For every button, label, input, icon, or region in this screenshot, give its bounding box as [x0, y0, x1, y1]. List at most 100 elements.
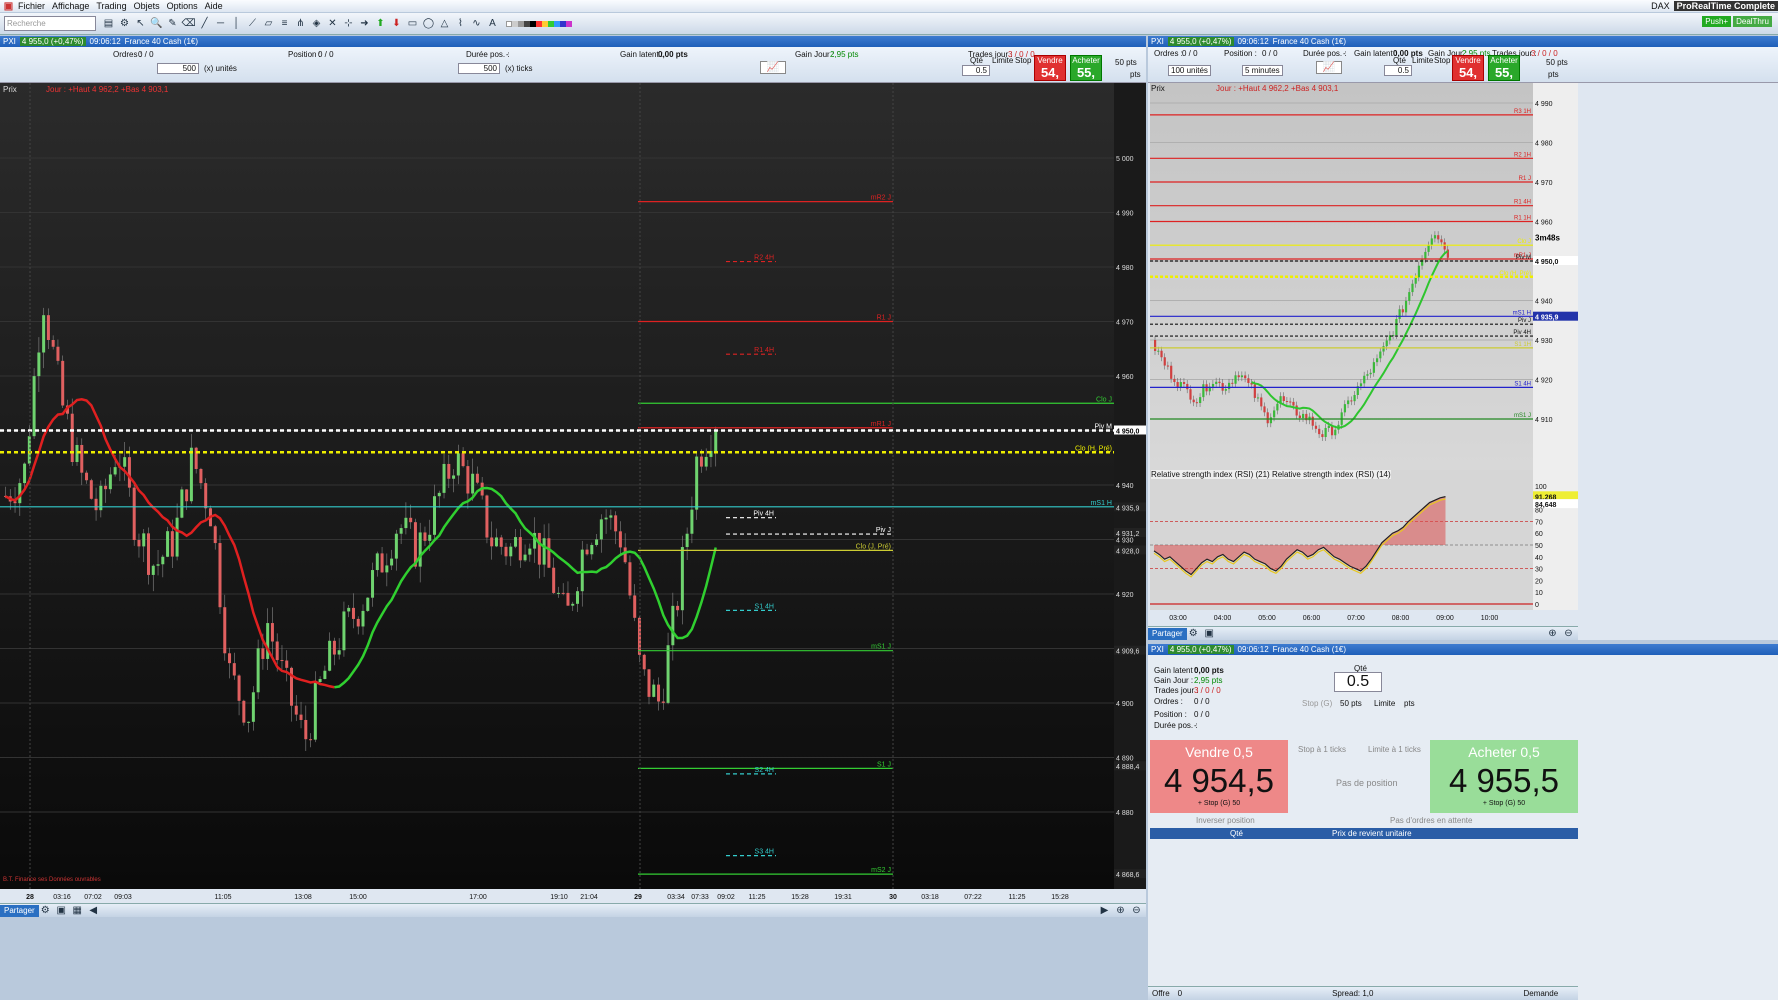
left-qty-input[interactable]: 500	[157, 63, 199, 74]
candle	[699, 456, 703, 467]
right-sell-button[interactable]: Vendre 54,	[1452, 55, 1484, 81]
left-share-button[interactable]: Partager	[0, 904, 39, 917]
price-axis-label: 5 000	[1116, 156, 1134, 163]
left-price-axis[interactable]: 5 000 4 990 4 980 4 970 4 960 4 950,0 4 940 4 9…	[1114, 83, 1146, 889]
candle	[361, 610, 365, 627]
right-zoom-out-icon[interactable]: ⊖	[1562, 627, 1575, 640]
level-label: mS2 J	[871, 867, 891, 874]
candle	[637, 617, 641, 655]
price-axis-label: 4 935,9	[1116, 505, 1139, 512]
fan-icon[interactable]: ⟋	[246, 17, 259, 30]
arrow-right-icon[interactable]: ➜	[358, 17, 371, 30]
cursor-icon[interactable]: ↖	[134, 17, 147, 30]
search-input[interactable]: Recherche	[4, 16, 96, 31]
settings-icon[interactable]: ⚙	[39, 904, 52, 917]
candle	[137, 540, 141, 547]
level-label: R1 1H	[1514, 216, 1531, 222]
price-axis-label: 4 935,9	[1535, 315, 1558, 322]
zoom-in-icon[interactable]: ⊕	[1114, 904, 1127, 917]
left-price-chart[interactable]: mR2 J R2 4H R1 J R1 4H Clo J mR1 J Piv M Clo (H…	[0, 83, 1114, 889]
left-ticks-select[interactable]: (x) ticks	[505, 64, 533, 73]
rsi-axis-label: 40	[1535, 555, 1543, 562]
scroll-left-icon[interactable]: ◀	[87, 904, 100, 917]
cross-icon[interactable]: ⊹	[342, 17, 355, 30]
level-label: R1 J	[1519, 176, 1531, 182]
right-screenshot-icon[interactable]: ▣	[1203, 627, 1216, 640]
menu-trading[interactable]: Trading	[96, 1, 126, 11]
color-palette[interactable]	[506, 20, 572, 27]
zoom-icon[interactable]: 🔍	[150, 17, 163, 30]
candle	[1359, 383, 1363, 387]
paint-icon[interactable]: ◈	[310, 17, 323, 30]
dealthru-button[interactable]: DealThru	[1733, 16, 1772, 27]
left-window-titlebar: PXI 4 955,0 (+0,47%) 09:06:12 France 40 …	[0, 36, 1146, 47]
right-share-button[interactable]: Partager	[1148, 627, 1187, 640]
menu-fichier[interactable]: Fichier	[18, 1, 45, 11]
wave-icon[interactable]: ∿	[470, 17, 483, 30]
left-unit-select[interactable]: (x) unités	[204, 64, 237, 73]
order-qte-input[interactable]: 0.5	[1334, 672, 1382, 692]
time-axis-label: 07:00	[1347, 615, 1365, 622]
triangle-icon[interactable]: △	[438, 17, 451, 30]
right-zoom-in-icon[interactable]: ⊕	[1546, 627, 1559, 640]
market-sell-button[interactable]: Vendre 0,5 4 954,5 + Stop (G) 50	[1150, 740, 1288, 813]
candle	[1369, 372, 1372, 375]
tool-icon[interactable]: ⚙	[118, 17, 131, 30]
trendline-icon[interactable]: ╱	[198, 17, 211, 30]
hline-icon[interactable]: ─	[214, 17, 227, 30]
eraser-icon[interactable]: ⌫	[181, 17, 195, 30]
rsi-axis-label: 50	[1535, 543, 1543, 550]
right-buy-button[interactable]: Acheter 55,	[1488, 55, 1520, 81]
ellipse-icon[interactable]: ◯	[422, 17, 435, 30]
left-buy-button[interactable]: Acheter 55,	[1070, 55, 1102, 81]
pitchfork-icon[interactable]: ⋔	[294, 17, 307, 30]
push-button[interactable]: Push+	[1702, 16, 1732, 27]
time-axis-label: 09:00	[1436, 615, 1454, 622]
candle	[690, 509, 694, 534]
chart-type-icon[interactable]: 📈	[760, 61, 786, 74]
candle	[1353, 395, 1356, 402]
candle	[256, 648, 260, 693]
candle	[194, 447, 198, 469]
zoom-out-icon[interactable]: ⊖	[1130, 904, 1143, 917]
vline-icon[interactable]: │	[230, 17, 243, 30]
left-sell-button[interactable]: Vendre 54,	[1034, 55, 1066, 81]
left-qte-input[interactable]: 0.5	[962, 65, 990, 76]
arrow-up-icon[interactable]: ⬆	[374, 17, 387, 30]
reverse-position-button[interactable]: Inverser position	[1196, 816, 1255, 825]
right-price-chart[interactable]: R3 1H R2 1H R1 J R1 4H R1 1H Clo JmR1 J Piv MC…	[1150, 83, 1533, 470]
candle	[461, 453, 465, 467]
arrow-down-icon[interactable]: ⬇	[390, 17, 403, 30]
text-icon[interactable]: A	[486, 17, 499, 30]
candle	[266, 623, 270, 659]
right-chart-type-icon[interactable]: 📈	[1316, 61, 1342, 74]
screenshot-icon[interactable]: ▣	[55, 904, 68, 917]
right-timeframe-select[interactable]: 5 minutes	[1242, 65, 1283, 76]
right-time-axis: 03:00 04:00 05:00 06:00 07:00 08:00 09:00 10:00	[1150, 610, 1533, 624]
market-buy-button[interactable]: Acheter 0,5 4 955,5 + Stop (G) 50	[1430, 740, 1578, 813]
polyline-icon[interactable]: ⌇	[454, 17, 467, 30]
menu-objets[interactable]: Objets	[134, 1, 160, 11]
candle	[61, 360, 65, 406]
scroll-right-icon[interactable]: ▶	[1098, 904, 1111, 917]
right-settings-icon[interactable]: ⚙	[1187, 627, 1200, 640]
price-axis-label: 4 950,0	[1535, 259, 1558, 266]
candle	[51, 339, 55, 347]
right-qty-select[interactable]: 100 unités	[1168, 65, 1211, 76]
watchlist-icon[interactable]: ▤	[102, 17, 115, 30]
rectangle-icon[interactable]: ▭	[406, 17, 419, 30]
menu-options[interactable]: Options	[167, 1, 198, 11]
menu-aide[interactable]: Aide	[205, 1, 223, 11]
right-price-axis[interactable]: 4 990 4 980 4 970 4 960 4 950,0 4 940 4 935,9 4…	[1533, 83, 1578, 470]
candle	[1414, 277, 1417, 284]
menu-affichage[interactable]: Affichage	[52, 1, 89, 11]
channel-icon[interactable]: ▱	[262, 17, 275, 30]
table-icon[interactable]: ▦	[71, 904, 84, 917]
fibonacci-icon[interactable]: ≡	[278, 17, 291, 30]
pencil-icon[interactable]: ✎	[166, 17, 179, 30]
left-ticks-input[interactable]: 500	[458, 63, 500, 74]
candle	[180, 489, 184, 518]
rsi-panel[interactable]: Relative strength index (RSI) (21) Relat…	[1150, 470, 1533, 610]
right-qte-input[interactable]: 0.5	[1384, 65, 1412, 76]
gann-icon[interactable]: ✕	[326, 17, 339, 30]
